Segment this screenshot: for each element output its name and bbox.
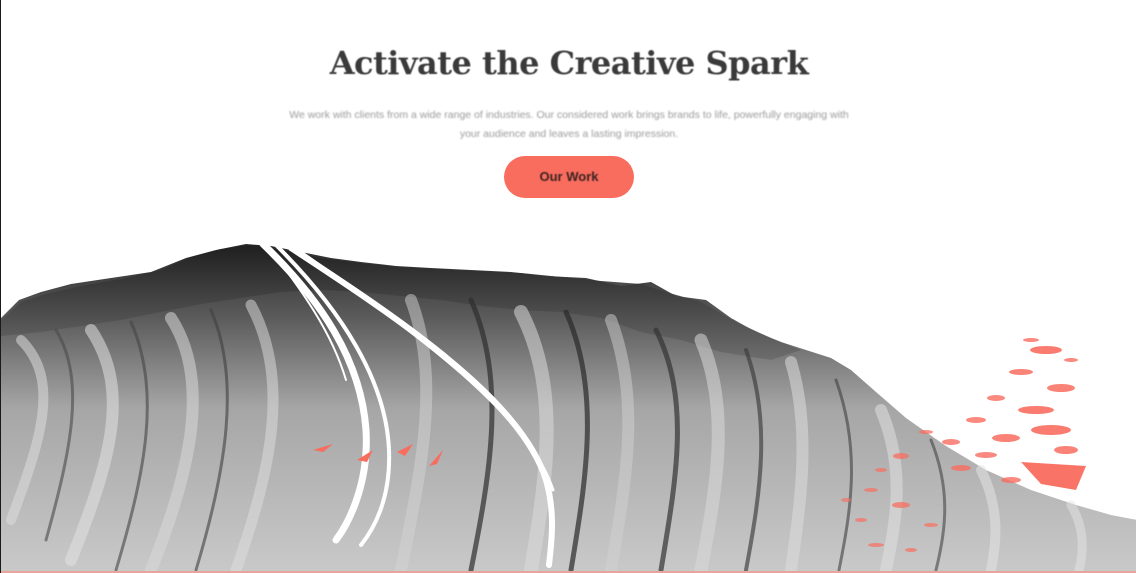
hero-description: We work with clients from a wide range o… [289, 109, 849, 140]
our-work-button-label: Our Work [539, 169, 599, 184]
page: Activate the Creative Spark We work with… [0, 0, 1136, 573]
our-work-button[interactable]: Our Work [504, 156, 634, 198]
hero-section: Activate the Creative Spark We work with… [1, 0, 1136, 198]
page-title: Activate the Creative Spark [329, 44, 809, 82]
